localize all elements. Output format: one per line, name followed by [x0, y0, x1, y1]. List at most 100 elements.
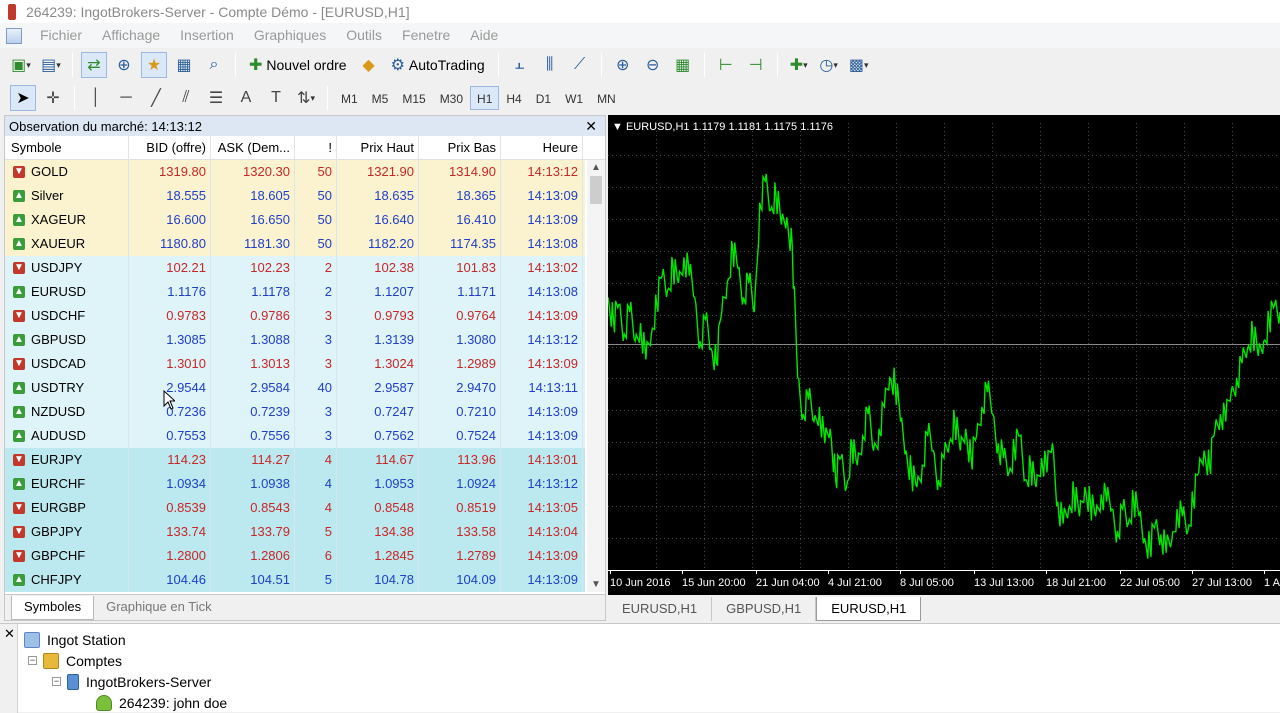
candlestick-button[interactable]: ⫼	[537, 52, 563, 78]
tree-node-root[interactable]: Ingot Station	[24, 629, 126, 650]
data-window-button[interactable]: ⊕	[111, 52, 137, 78]
table-row[interactable]: ▼ USDCHF 0.9783 0.9786 3 0.9793 0.9764 14:13:09	[5, 304, 585, 328]
market-watch-toggle-button[interactable]: ⇄	[81, 52, 107, 78]
bar-chart-button[interactable]: ⫠	[507, 52, 533, 78]
menu-fenetre[interactable]: Fenetre	[392, 23, 460, 48]
text-label-button[interactable]: T	[263, 85, 289, 111]
symbol-cell: ▲ AUDUSD	[5, 424, 129, 448]
line-chart-button[interactable]: ⟋	[567, 52, 593, 78]
table-row[interactable]: ▼ USDCAD 1.3010 1.3013 3 1.3024 1.2989 14:13:09	[5, 352, 585, 376]
terminal-toggle-button[interactable]: ▦	[171, 52, 197, 78]
close-icon[interactable]: ✕	[581, 118, 601, 135]
zoom-out-button[interactable]: ⊖	[640, 52, 666, 78]
zoom-in-button[interactable]: ⊕	[610, 52, 636, 78]
table-row[interactable]: ▲ Silver 18.555 18.605 50 18.635 18.365 14:13:0…	[5, 184, 585, 208]
crosshair-tool-button[interactable]: ✛	[40, 85, 66, 111]
menu-aide[interactable]: Aide	[460, 23, 508, 48]
table-row[interactable]: ▼ EURJPY 114.23 114.27 4 114.67 113.96 14:13:01	[5, 448, 585, 472]
tree-node-server[interactable]: − IngotBrokers-Server	[52, 671, 211, 692]
column-ask[interactable]: ASK (Dem...	[211, 135, 295, 160]
timeframe-mn-button[interactable]: MN	[590, 86, 623, 110]
timeframe-m30-button[interactable]: M30	[433, 86, 470, 110]
new-order-button[interactable]: ✚ Nouvel ordre	[244, 52, 352, 78]
table-row[interactable]: ▼ GOLD 1319.80 1320.30 50 1321.90 1314.90 14:13…	[5, 160, 585, 184]
column-bid[interactable]: BID (offre)	[129, 135, 211, 160]
tree-node-account[interactable]: 264239: john doe	[96, 692, 227, 713]
fibonacci-button[interactable]: ☰	[203, 85, 229, 111]
strategy-tester-button[interactable]: ⌕	[201, 52, 227, 78]
table-row[interactable]: ▲ AUDUSD 0.7553 0.7556 3 0.7562 0.7524 14:13:09	[5, 424, 585, 448]
symbol-cell: ▲ GBPUSD	[5, 328, 129, 352]
close-icon[interactable]: ✕	[4, 626, 15, 642]
menu-insertion[interactable]: Insertion	[170, 23, 244, 48]
table-row[interactable]: ▲ CHFJPY 104.46 104.51 5 104.78 104.09 14:13:09	[5, 568, 585, 592]
high-cell: 0.8548	[337, 496, 419, 520]
column-high[interactable]: Prix Haut	[337, 135, 419, 160]
timeframe-w1-button[interactable]: W1	[558, 86, 590, 110]
table-row[interactable]: ▼ USDJPY 102.21 102.23 2 102.38 101.83 14:13:02	[5, 256, 585, 280]
menu-outils[interactable]: Outils	[336, 23, 392, 48]
text-tool-button[interactable]: A	[233, 85, 259, 111]
price-chart[interactable]: ▼ EURUSD,H1 1.1179 1.1181 1.1175 1.1176 1…	[608, 115, 1280, 595]
tab-chart-gbpusd-h1[interactable]: GBPUSD,H1	[712, 597, 817, 621]
table-row[interactable]: ▲ GBPUSD 1.3085 1.3088 3 1.3139 1.3080 14:13:12	[5, 328, 585, 352]
menu-fichier[interactable]: Fichier	[30, 23, 92, 48]
timeframe-m15-button[interactable]: M15	[395, 86, 432, 110]
timeframe-h1-button[interactable]: H1	[470, 86, 500, 110]
tab-chart-eurusd-h1-active[interactable]: EURUSD,H1	[816, 597, 922, 621]
table-row[interactable]: ▼ GBPJPY 133.74 133.79 5 134.38 133.58 14:13:04	[5, 520, 585, 544]
tree-node-accounts[interactable]: − Comptes	[28, 650, 122, 671]
table-row[interactable]: ▲ EURCHF 1.0934 1.0938 4 1.0953 1.0924 14:13:12	[5, 472, 585, 496]
scroll-up-icon[interactable]: ▲	[591, 162, 601, 173]
table-row[interactable]: ▼ GBPCHF 1.2800 1.2806 6 1.2845 1.2789 14:13:09	[5, 544, 585, 568]
trendline-button[interactable]: ╱	[143, 85, 169, 111]
tab-chart-eurusd-h1[interactable]: EURUSD,H1	[608, 597, 713, 621]
scrollbar-thumb[interactable]	[590, 176, 602, 204]
table-row[interactable]: ▲ USDTRY 2.9544 2.9584 40 2.9587 2.9470 14:13:1…	[5, 376, 585, 400]
table-row[interactable]: ▲ EURUSD 1.1176 1.1178 2 1.1207 1.1171 14:13:08	[5, 280, 585, 304]
menu-graphiques[interactable]: Graphiques	[244, 23, 336, 48]
cursor-tool-button[interactable]: ➤	[10, 85, 36, 111]
column-time[interactable]: Heure	[501, 135, 583, 160]
channel-button[interactable]: ⫽	[173, 85, 199, 111]
document-window-icon[interactable]	[6, 27, 22, 44]
timeframe-d1-button[interactable]: D1	[529, 86, 558, 110]
horizontal-line-button[interactable]: ─	[113, 85, 139, 111]
metaeditor-button[interactable]: ◆	[356, 52, 382, 78]
new-chart-button[interactable]: ▣ ▾	[8, 52, 34, 78]
tab-graphique-en-tick[interactable]: Graphique en Tick	[94, 596, 224, 620]
arrows-icon: ⇅	[297, 90, 311, 107]
table-row[interactable]: ▼ EURGBP 0.8539 0.8543 4 0.8548 0.8519 14:13:05	[5, 496, 585, 520]
zoom-in-icon: ⊕	[615, 57, 630, 74]
table-row[interactable]: ▲ NZDUSD 0.7236 0.7239 3 0.7247 0.7210 14:13:09	[5, 400, 585, 424]
indicators-button[interactable]: ✚ ▾	[786, 52, 812, 78]
time-cell: 14:13:09	[501, 544, 583, 568]
autoscroll-button[interactable]: ⊢	[713, 52, 739, 78]
timeframe-m5-button[interactable]: M5	[365, 86, 396, 110]
ask-cell: 104.51	[211, 568, 295, 592]
autotrading-button[interactable]: ⚙ AutoTrading	[386, 52, 490, 78]
column-spread[interactable]: !	[295, 135, 337, 160]
chart-shift-button[interactable]: ⊣	[743, 52, 769, 78]
tile-windows-button[interactable]: ▦	[670, 52, 696, 78]
templates-button[interactable]: ▩ ▾	[846, 52, 872, 78]
menu-affichage[interactable]: Affichage	[92, 23, 170, 48]
collapse-icon[interactable]: −	[28, 656, 37, 665]
navigator-toggle-button[interactable]: ★	[141, 52, 167, 78]
table-row[interactable]: ▲ XAGEUR 16.600 16.650 50 16.640 16.410 14:13:0…	[5, 208, 585, 232]
column-low[interactable]: Prix Bas	[419, 135, 501, 160]
scroll-down-icon[interactable]: ▼	[591, 579, 601, 590]
tab-symboles[interactable]: Symboles	[11, 596, 95, 620]
periods-button[interactable]: ◷ ▾	[816, 52, 842, 78]
arrows-button[interactable]: ⇅ ▾	[293, 85, 319, 111]
collapse-icon[interactable]: −	[52, 677, 61, 686]
profiles-button[interactable]: ▤ ▾	[38, 52, 64, 78]
timeframe-h4-button[interactable]: H4	[499, 86, 528, 110]
column-symbol[interactable]: Symbole	[5, 135, 129, 160]
vertical-line-button[interactable]: │	[83, 85, 109, 111]
timeframe-m1-button[interactable]: M1	[334, 86, 365, 110]
table-row[interactable]: ▲ XAUEUR 1180.80 1181.30 50 1182.20 1174.35 14:…	[5, 232, 585, 256]
symbol-name: USDTRY	[31, 380, 85, 395]
vertical-scrollbar[interactable]: ▲ ▼	[587, 160, 605, 592]
chart-window[interactable]: ▼ EURUSD,H1 1.1179 1.1181 1.1175 1.1176 1…	[608, 115, 1280, 595]
